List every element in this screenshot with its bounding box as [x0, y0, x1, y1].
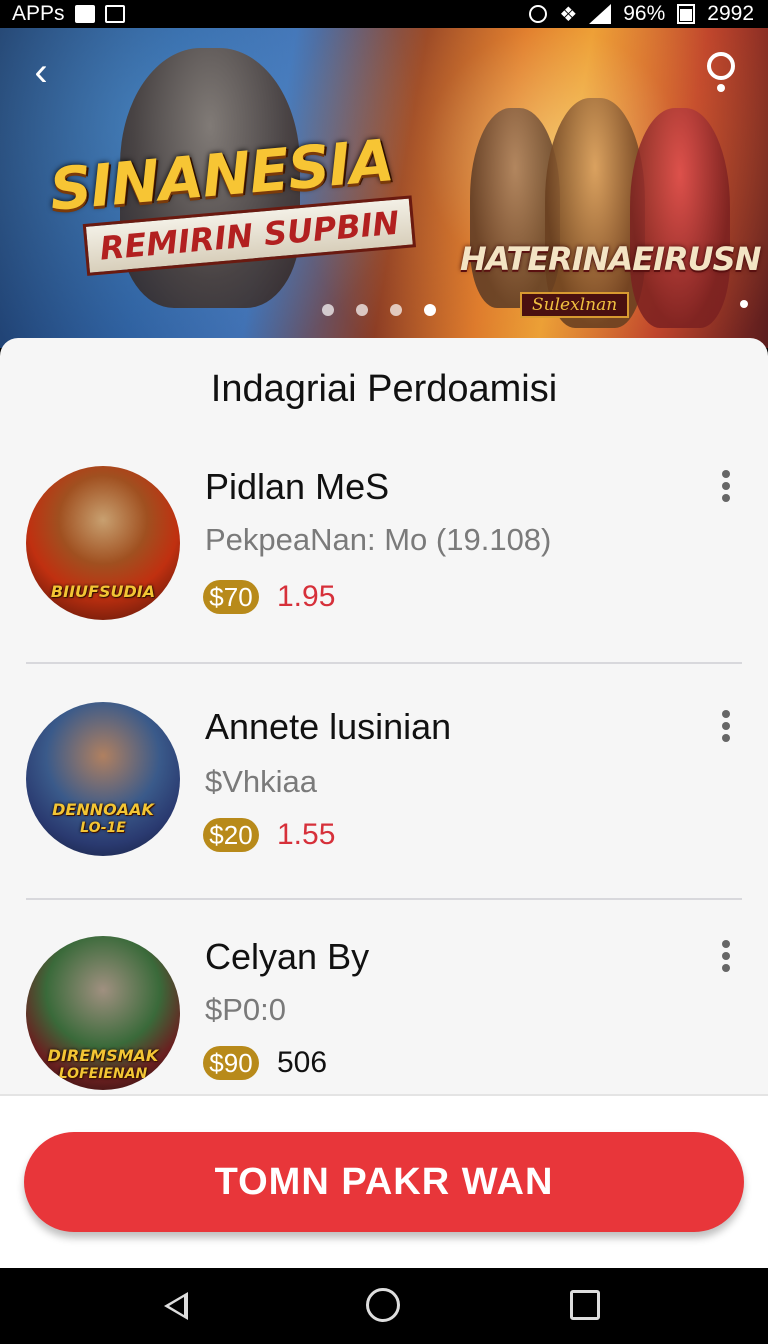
price-value: 1.95 — [277, 580, 336, 613]
carousel-dot[interactable] — [322, 304, 334, 316]
status-right: ❖ 96% 2992 — [529, 0, 754, 28]
list-item[interactable]: DENNOAAK LO-1E Annete lusinian $Vhkiaa $… — [0, 702, 768, 902]
price-row: $90 506 — [203, 1046, 327, 1080]
system-nav-bar — [0, 1268, 768, 1344]
carousel-dot[interactable] — [356, 304, 368, 316]
battery-percent: 96% — [623, 2, 666, 25]
nav-home-icon[interactable] — [366, 1288, 400, 1322]
price-badge: $90 — [203, 1046, 259, 1080]
price-value: 506 — [277, 1046, 328, 1079]
status-app-label: APPs — [12, 2, 65, 25]
nav-back-icon[interactable] — [164, 1292, 188, 1320]
avatar: DENNOAAK LO-1E — [26, 702, 180, 856]
carousel-dot[interactable] — [390, 304, 402, 316]
carousel-dot-active[interactable] — [424, 304, 436, 316]
notification-icon — [74, 5, 95, 23]
price-row: $70 1.95 — [203, 580, 335, 614]
price-row: $20 1.55 — [203, 818, 335, 852]
avatar-label: BIIUFSUDIA — [50, 582, 156, 601]
status-left: APPs — [12, 0, 125, 28]
price-badge: $70 — [203, 580, 259, 614]
battery-icon — [677, 4, 696, 24]
signal-icon — [589, 4, 612, 24]
hero-subtitle-secondary: Sulexlnan — [520, 292, 630, 318]
primary-action-button[interactable]: TOMN PAKR WAN — [24, 1132, 744, 1232]
bottom-action-bar: TOMN PAKR WAN — [0, 1094, 768, 1268]
item-subtitle: PekpeaNan: Mo (19.108) — [205, 522, 552, 557]
more-options-icon[interactable] — [716, 470, 736, 504]
avatar-sublabel: LOFEIENAN — [58, 1066, 148, 1082]
avatar-label: DIREMSMAK — [47, 1046, 159, 1065]
item-name: Pidlan MeS — [205, 466, 390, 507]
avatar: BIIUFSUDIA — [26, 466, 180, 620]
divider — [26, 898, 742, 900]
section-title: Indagriai Perdoamisi — [210, 368, 558, 410]
alarm-icon — [529, 5, 548, 23]
price-value: 1.55 — [277, 818, 336, 851]
info-icon[interactable] — [704, 48, 738, 94]
divider — [26, 662, 742, 664]
carousel-indicators[interactable] — [322, 304, 436, 316]
status-time: 2992 — [707, 2, 754, 25]
list-item[interactable]: BIIUFSUDIA Pidlan MeS PekpeaNan: Mo (19.… — [0, 466, 768, 666]
avatar-sublabel: LO-1E — [80, 820, 126, 836]
hero-banner[interactable]: SINANESIA REMIRIN SUPBIN HATERINAEIRUSN … — [0, 28, 768, 348]
hero-title-secondary: HATERINAEIRUSN — [460, 240, 761, 278]
avatar-label: DENNOAAK — [52, 800, 154, 819]
carousel-edge-dot — [740, 300, 748, 308]
status-bar: APPs ❖ 96% 2992 — [0, 0, 768, 28]
image-icon — [104, 5, 125, 23]
item-subtitle: $P0:0 — [205, 992, 287, 1027]
nav-recent-icon[interactable] — [570, 1290, 600, 1320]
info-icon-dot — [717, 84, 725, 92]
more-options-icon[interactable] — [716, 940, 736, 974]
price-badge: $20 — [203, 818, 259, 852]
vibrate-icon: ❖ — [559, 3, 578, 26]
hero-character — [630, 108, 730, 328]
item-name: Celyan By — [205, 936, 370, 977]
back-chevron-icon[interactable]: ‹ — [24, 52, 58, 92]
item-subtitle: $Vhkiaa — [205, 764, 318, 799]
info-icon-ring — [707, 52, 735, 80]
avatar: DIREMSMAK LOFEIENAN — [26, 936, 180, 1090]
more-options-icon[interactable] — [716, 710, 736, 744]
item-name: Annete lusinian — [205, 706, 452, 747]
